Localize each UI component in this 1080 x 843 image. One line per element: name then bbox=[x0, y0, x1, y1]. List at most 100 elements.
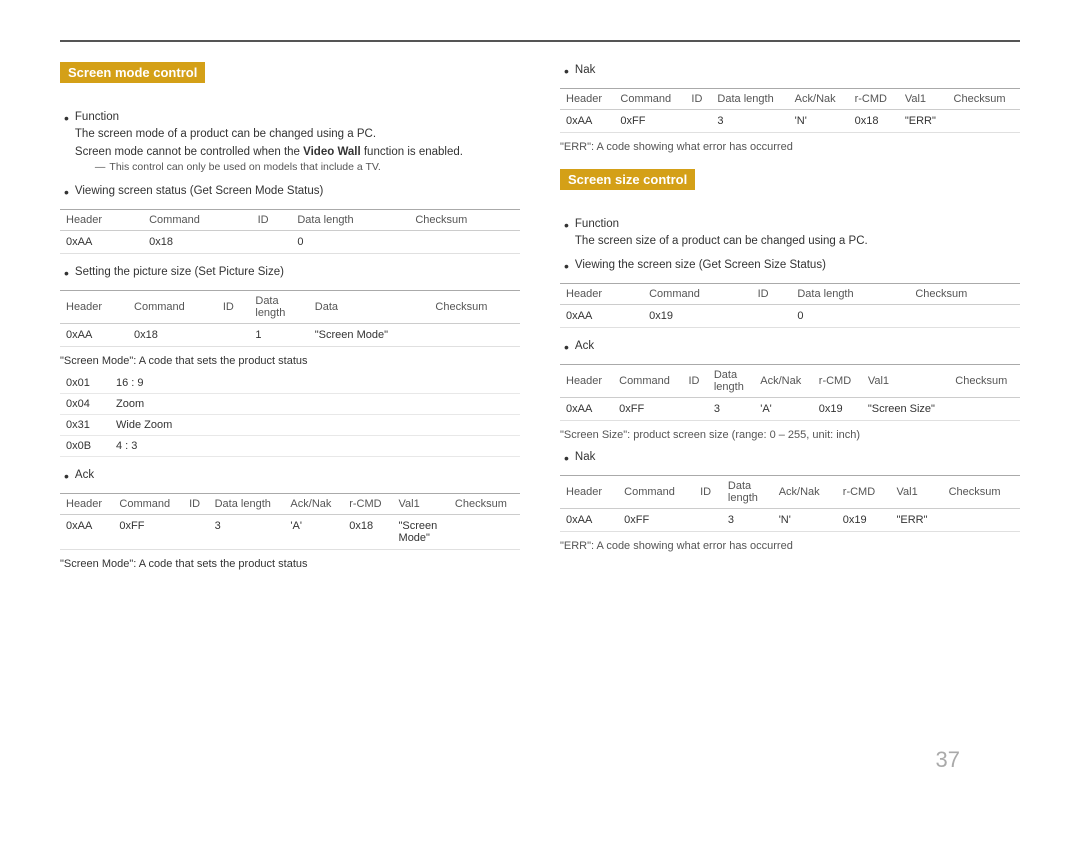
ack-label: Ack bbox=[75, 467, 94, 484]
ack-table-container: Header Command ID Data length Ack/Nak r-… bbox=[60, 493, 520, 550]
n2t-h7: Val1 bbox=[890, 476, 942, 509]
function-desc2-end: function is enabled. bbox=[361, 146, 463, 158]
val-2: Zoom bbox=[110, 394, 520, 415]
at-h5: Ack/Nak bbox=[284, 494, 343, 515]
bullet-dot-2: • bbox=[64, 183, 69, 201]
nt-r6: 0x18 bbox=[849, 110, 899, 133]
at-h6: r-CMD bbox=[343, 494, 392, 515]
t2-h2: Command bbox=[128, 291, 217, 324]
t2-r2: 0x18 bbox=[128, 324, 217, 347]
nak-label: Nak bbox=[575, 62, 595, 79]
table-row: 0x31 Wide Zoom bbox=[60, 415, 520, 436]
n2t-h3: ID bbox=[694, 476, 722, 509]
viewing2-label: Viewing the screen size (Get Screen Size… bbox=[575, 257, 826, 274]
n2t-r3 bbox=[694, 509, 722, 532]
nak2-bullet: • Nak bbox=[564, 449, 1020, 467]
nt-r3 bbox=[685, 110, 711, 133]
function2-label: Function bbox=[575, 216, 868, 233]
t1-r5 bbox=[409, 230, 520, 253]
n2t-r7: "ERR" bbox=[890, 509, 942, 532]
setting-label: Setting the picture size (Set Picture Si… bbox=[75, 264, 284, 281]
t3-h1: Header bbox=[560, 283, 643, 304]
bullet-dot-4: • bbox=[64, 467, 69, 485]
n2t-h1: Header bbox=[560, 476, 618, 509]
n2t-r4: 3 bbox=[722, 509, 773, 532]
val-4: 4 : 3 bbox=[110, 436, 520, 457]
t3-h2: Command bbox=[643, 283, 751, 304]
nt-r8 bbox=[948, 110, 1020, 133]
function2-desc: The screen size of a product can be chan… bbox=[575, 233, 868, 250]
left-column: Screen mode control • Function The scree… bbox=[60, 62, 520, 574]
bullet-dot-r5: • bbox=[564, 449, 569, 467]
t2-h3: ID bbox=[217, 291, 250, 324]
a2t-r4: 3 bbox=[708, 398, 754, 421]
a2t-r1: 0xAA bbox=[560, 398, 613, 421]
t3-h5: Checksum bbox=[909, 283, 1020, 304]
a2t-h8: Checksum bbox=[949, 365, 1020, 398]
nt-r4: 3 bbox=[711, 110, 788, 133]
nak-bullet: • Nak bbox=[564, 62, 1020, 80]
function-desc2: Screen mode cannot be controlled when th… bbox=[75, 144, 463, 161]
a2t-r2: 0xFF bbox=[613, 398, 682, 421]
t2-h5: Data bbox=[309, 291, 430, 324]
a2t-r3 bbox=[682, 398, 707, 421]
at-h3: ID bbox=[183, 494, 209, 515]
n2t-r2: 0xFF bbox=[618, 509, 694, 532]
nt-h2: Command bbox=[614, 89, 685, 110]
t1-h2: Command bbox=[143, 209, 251, 230]
a2t-r8 bbox=[949, 398, 1020, 421]
ack2-table: Header Command ID Datalength Ack/Nak r-C… bbox=[560, 364, 1020, 421]
at-r7: "ScreenMode" bbox=[393, 515, 449, 550]
video-wall-bold: Video Wall bbox=[303, 146, 361, 158]
t1-h1: Header bbox=[60, 209, 143, 230]
table3: Header Command ID Data length Checksum 0… bbox=[560, 283, 1020, 328]
at-h4: Data length bbox=[209, 494, 285, 515]
at-h1: Header bbox=[60, 494, 113, 515]
nt-r5: 'N' bbox=[789, 110, 849, 133]
t1-r1: 0xAA bbox=[60, 230, 143, 253]
section-title-right: Screen size control bbox=[560, 169, 695, 190]
viewing2-bullet: • Viewing the screen size (Get Screen Si… bbox=[564, 257, 1020, 275]
ack2-label: Ack bbox=[575, 338, 594, 355]
t3-r1: 0xAA bbox=[560, 304, 643, 327]
nt-h3: ID bbox=[685, 89, 711, 110]
n2t-r1: 0xAA bbox=[560, 509, 618, 532]
at-r8 bbox=[449, 515, 520, 550]
bullet-dot-r2: • bbox=[564, 216, 569, 234]
table-row: 0xAA 0x19 0 bbox=[560, 304, 1020, 327]
screen-size-note: "Screen Size": product screen size (rang… bbox=[560, 429, 1020, 441]
table-row: 0xAA 0xFF 3 'N' 0x19 "ERR" bbox=[560, 509, 1020, 532]
val-3: Wide Zoom bbox=[110, 415, 520, 436]
setting-bullet: • Setting the picture size (Set Picture … bbox=[64, 264, 520, 282]
table2: Header Command ID Datalength Data Checks… bbox=[60, 290, 520, 347]
bullet-dot-r4: • bbox=[564, 338, 569, 356]
nt-r7: "ERR" bbox=[899, 110, 948, 133]
table-row: 0xAA 0xFF 3 'N' 0x18 "ERR" bbox=[560, 110, 1020, 133]
n2t-h2: Command bbox=[618, 476, 694, 509]
t2-r4: 1 bbox=[249, 324, 308, 347]
table-row: 0x01 16 : 9 bbox=[60, 373, 520, 394]
bullet-dot-r1: • bbox=[564, 62, 569, 80]
top-divider bbox=[60, 40, 1020, 42]
n2t-h8: Checksum bbox=[943, 476, 1020, 509]
function-bullet: • Function The screen mode of a product … bbox=[64, 109, 520, 179]
bullet-dot-3: • bbox=[64, 264, 69, 282]
tv-note: —This control can only be used on models… bbox=[95, 161, 463, 173]
table-row: 0xAA 0xFF 3 'A' 0x18 "ScreenMode" bbox=[60, 515, 520, 550]
at-h7: Val1 bbox=[393, 494, 449, 515]
table-row: 0x04 Zoom bbox=[60, 394, 520, 415]
at-h2: Command bbox=[113, 494, 183, 515]
viewing-label: Viewing screen status (Get Screen Mode S… bbox=[75, 183, 323, 200]
code-1: 0x01 bbox=[60, 373, 110, 394]
at-r2: 0xFF bbox=[113, 515, 183, 550]
nt-h8: Checksum bbox=[948, 89, 1020, 110]
code-table: 0x01 16 : 9 0x04 Zoom 0x31 Wide Zoom 0x0… bbox=[60, 373, 520, 457]
t2-h1: Header bbox=[60, 291, 128, 324]
function-desc2-text: Screen mode cannot be controlled when th… bbox=[75, 146, 303, 158]
nak2-table: Header Command ID Datalength Ack/Nak r-C… bbox=[560, 475, 1020, 532]
t2-h4: Datalength bbox=[249, 291, 308, 324]
ack2-bullet: • Ack bbox=[564, 338, 1020, 356]
ack-note: "Screen Mode": A code that sets the prod… bbox=[60, 558, 520, 570]
t1-r2: 0x18 bbox=[143, 230, 251, 253]
t1-r3 bbox=[252, 230, 292, 253]
